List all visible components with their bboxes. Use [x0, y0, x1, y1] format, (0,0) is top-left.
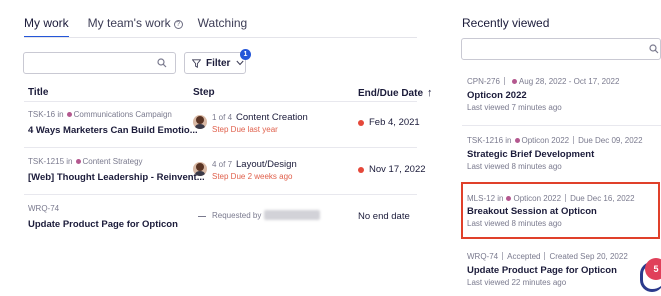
header-divider — [24, 101, 417, 102]
sort-ascending-icon[interactable]: ↑ — [427, 87, 433, 99]
recent-item-viewed: Last viewed 8 minutes ago — [467, 162, 562, 171]
recent-item-meta: WRQ-74 Accepted Created Sep 20, 2022 — [467, 252, 628, 261]
chevron-down-icon — [236, 60, 245, 66]
overdue-icon — [358, 167, 364, 173]
campaign-dot-icon — [66, 112, 72, 117]
avatar — [193, 115, 207, 129]
due-date: Nov 17, 2022 — [369, 164, 426, 175]
recent-item-meta: TSK-1216 in Opticon 2022 Due Dec 09, 2022 — [467, 136, 643, 145]
row-campaign: Communications Campaign — [73, 110, 172, 119]
tab-watching[interactable]: Watching — [198, 14, 248, 37]
dash — [198, 216, 206, 217]
tab-watching-label: Watching — [197, 16, 248, 30]
recent-item-id: TSK-1216 — [467, 136, 504, 145]
work-tabs: My work My team's work? Watching — [24, 14, 248, 38]
row-title[interactable]: Update Product Page for Opticon — [28, 219, 178, 230]
step-name: Content Creation — [236, 112, 308, 123]
recently-viewed-heading: Recently viewed — [462, 16, 550, 30]
tab-my-work[interactable]: My work — [24, 14, 69, 38]
due-date: No end date — [358, 211, 410, 222]
chat-notification-badge[interactable]: 5 — [645, 258, 661, 280]
recent-item-campaign: Opticon 2022 — [521, 136, 570, 145]
filter-count-badge: 1 — [240, 49, 251, 60]
row-meta: TSK-16 in Communications Campaign — [28, 110, 172, 119]
step-count: 1 of 4 — [212, 113, 233, 122]
row-id: TSK-1215 — [28, 157, 65, 166]
row-title[interactable]: [Web] Thought Leadership - Reinvent... — [28, 172, 205, 183]
recent-item-title[interactable]: Update Product Page for Opticon — [467, 265, 617, 276]
row-in: in — [66, 157, 73, 166]
recent-item-status: Accepted — [507, 252, 541, 261]
recent-item-id: WRQ-74 — [467, 252, 499, 261]
recent-item-title[interactable]: Strategic Brief Development — [467, 149, 594, 160]
filter-button-label: Filter — [206, 57, 231, 69]
row-divider — [24, 194, 417, 195]
search-icon — [649, 44, 659, 54]
recent-item-viewed: Last viewed 7 minutes ago — [467, 103, 562, 112]
row-id: TSK-16 — [28, 110, 56, 119]
avatar — [193, 162, 207, 176]
tab-my-teams-work[interactable]: My team's work? — [88, 14, 183, 37]
recent-divider — [462, 125, 661, 126]
step-count: 4 of 7 — [212, 160, 233, 169]
row-divider — [24, 147, 417, 148]
recently-viewed-search-input[interactable] — [461, 38, 661, 60]
filter-button[interactable]: Filter — [184, 52, 246, 74]
campaign-dot-icon — [511, 79, 517, 84]
tab-my-work-label: My work — [24, 16, 69, 30]
step-due: Step Due 2 weeks ago — [212, 172, 293, 181]
requested-by-label: Requested by — [212, 211, 262, 220]
tab-my-teams-work-label: My team's work — [87, 16, 171, 30]
recent-item-in: in — [505, 136, 512, 145]
recent-item-title[interactable]: Opticon 2022 — [467, 90, 527, 101]
due-date: Feb 4, 2021 — [369, 117, 420, 128]
column-header-due-date-label: End/Due Date — [358, 88, 424, 99]
campaign-dot-icon — [75, 159, 81, 164]
step-due: Step Due last year — [212, 125, 278, 134]
column-header-due-date[interactable]: End/Due Date ↑ — [358, 87, 433, 99]
search-icon — [157, 58, 167, 68]
filter-funnel-icon — [192, 58, 201, 68]
tabs-divider — [24, 37, 417, 38]
row-id: WRQ-74 — [28, 204, 60, 213]
row-in: in — [57, 110, 64, 119]
step-name: Layout/Design — [236, 159, 297, 170]
recent-item-id: CPN-276 — [467, 77, 500, 86]
overdue-icon — [358, 120, 364, 126]
row-title[interactable]: 4 Ways Marketers Can Build Emotio... — [28, 125, 198, 136]
recent-item-due: Due Dec 09, 2022 — [578, 136, 643, 145]
recent-item-viewed: Last viewed 22 minutes ago — [467, 278, 567, 287]
recent-item-created: Created Sep 20, 2022 — [549, 252, 628, 261]
campaign-dot-icon — [514, 138, 520, 143]
redacted-name — [264, 210, 320, 220]
row-campaign: Content Strategy — [82, 157, 143, 166]
selection-highlight — [461, 182, 660, 239]
row-meta: TSK-1215 in Content Strategy — [28, 157, 143, 166]
column-header-step: Step — [193, 87, 215, 98]
help-icon[interactable]: ? — [173, 20, 183, 29]
recent-item-meta: CPN-276 Aug 28, 2022 - Oct 17, 2022 — [467, 77, 619, 86]
work-search-input[interactable] — [23, 52, 176, 74]
column-header-title: Title — [28, 87, 49, 98]
recent-item-dates: Aug 28, 2022 - Oct 17, 2022 — [518, 77, 620, 86]
